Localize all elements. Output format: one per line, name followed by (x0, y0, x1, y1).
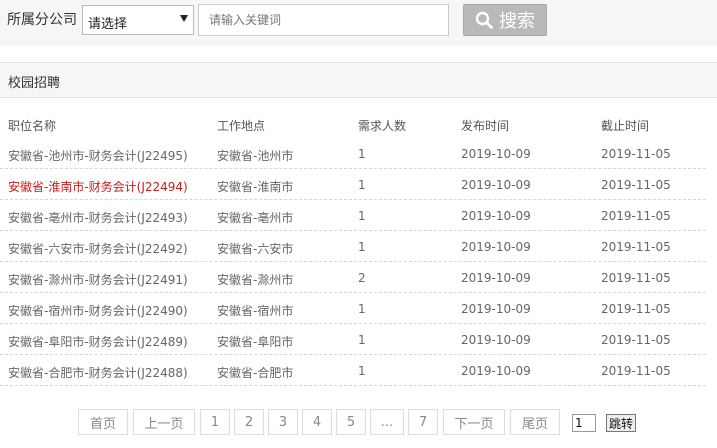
job-location: 安徽省-阜阳市 (217, 335, 294, 349)
jump-button[interactable]: 跳转 (606, 414, 636, 432)
job-title-link[interactable]: 安徽省-宿州市-财务会计(J22490) (8, 302, 188, 319)
job-deadline: 2019-11-05 (601, 209, 671, 223)
job-published: 2019-10-09 (461, 333, 531, 347)
job-title-link[interactable]: 安徽省-淮南市-财务会计(J22494) (8, 178, 188, 195)
job-title-link[interactable]: 安徽省-六安市-财务会计(J22492) (8, 240, 188, 257)
job-count: 1 (358, 147, 366, 161)
page-button[interactable]: 5 (336, 409, 366, 435)
next-page-button[interactable]: 下一页 (443, 409, 505, 435)
job-count: 1 (358, 240, 366, 254)
job-count: 1 (358, 333, 366, 347)
job-deadline: 2019-11-05 (601, 333, 671, 347)
page-button[interactable]: 3 (268, 409, 298, 435)
col-header-title: 职位名称 (8, 119, 57, 133)
pagination: 首页 上一页 1 2 3 4 5 ... 7 下一页 尾页 跳转 (0, 409, 717, 435)
page-button[interactable]: 2 (234, 409, 264, 435)
job-count: 1 (358, 302, 366, 316)
job-published: 2019-10-09 (461, 147, 531, 161)
col-header-published: 发布时间 (461, 119, 510, 133)
table-row[interactable]: 安徽省-六安市-财务会计(J22492) 安徽省-六安市 1 2019-10-0… (0, 231, 706, 262)
col-header-location: 工作地点 (217, 119, 266, 133)
job-published: 2019-10-09 (461, 271, 531, 285)
table-row[interactable]: 安徽省-淮南市-财务会计(J22494) 安徽省-淮南市 1 2019-10-0… (0, 169, 706, 200)
search-button[interactable]: 搜索 (463, 4, 547, 36)
page-button[interactable]: 7 (408, 409, 438, 435)
table-row[interactable]: 安徽省-阜阳市-财务会计(J22489) 安徽省-阜阳市 1 2019-10-0… (0, 324, 706, 355)
section-header: 校园招聘 (0, 62, 717, 98)
job-count: 1 (358, 209, 366, 223)
job-deadline: 2019-11-05 (601, 302, 671, 316)
page-number-input[interactable] (572, 414, 596, 432)
search-bar: 所属分公司 请选择 搜索 (0, 0, 717, 46)
job-title-link[interactable]: 安徽省-阜阳市-财务会计(J22489) (8, 333, 188, 350)
job-deadline: 2019-11-05 (601, 240, 671, 254)
job-published: 2019-10-09 (461, 209, 531, 223)
keyword-input[interactable] (198, 4, 449, 36)
prev-page-button[interactable]: 上一页 (133, 409, 195, 435)
job-published: 2019-10-09 (461, 364, 531, 378)
page-button[interactable]: 1 (200, 409, 230, 435)
job-published: 2019-10-09 (461, 302, 531, 316)
job-location: 安徽省-池州市 (217, 149, 294, 163)
col-header-deadline: 截止时间 (601, 119, 650, 133)
table-row[interactable]: 安徽省-合肥市-财务会计(J22488) 安徽省-合肥市 1 2019-10-0… (0, 355, 706, 386)
job-location: 安徽省-滁州市 (217, 273, 294, 287)
dropdown-arrow-icon (180, 15, 188, 22)
table-row[interactable]: 安徽省-池州市-财务会计(J22495) 安徽省-池州市 1 2019-10-0… (0, 138, 706, 169)
table-row[interactable]: 安徽省-宿州市-财务会计(J22490) 安徽省-宿州市 1 2019-10-0… (0, 293, 706, 324)
first-page-button[interactable]: 首页 (78, 409, 128, 435)
search-button-label: 搜索 (499, 11, 535, 32)
search-icon (475, 11, 493, 29)
job-count: 1 (358, 178, 366, 192)
job-published: 2019-10-09 (461, 240, 531, 254)
job-location: 安徽省-宿州市 (217, 304, 294, 318)
company-select[interactable]: 请选择 (82, 5, 194, 35)
job-table: 职位名称 工作地点 需求人数 发布时间 截止时间 安徽省-池州市-财务会计(J2… (0, 108, 706, 386)
company-select-value: 请选择 (88, 17, 128, 32)
job-deadline: 2019-11-05 (601, 147, 671, 161)
job-deadline: 2019-11-05 (601, 271, 671, 285)
table-row[interactable]: 安徽省-亳州市-财务会计(J22493) 安徽省-亳州市 1 2019-10-0… (0, 200, 706, 231)
job-published: 2019-10-09 (461, 178, 531, 192)
job-count: 2 (358, 271, 366, 285)
job-title-link[interactable]: 安徽省-合肥市-财务会计(J22488) (8, 364, 188, 381)
last-page-button[interactable]: 尾页 (510, 409, 560, 435)
job-title-link[interactable]: 安徽省-亳州市-财务会计(J22493) (8, 209, 188, 226)
job-deadline: 2019-11-05 (601, 178, 671, 192)
page-button[interactable]: 4 (302, 409, 332, 435)
job-count: 1 (358, 364, 366, 378)
col-header-count: 需求人数 (358, 119, 407, 133)
job-location: 安徽省-淮南市 (217, 180, 294, 194)
job-location: 安徽省-合肥市 (217, 366, 294, 380)
job-title-link[interactable]: 安徽省-滁州市-财务会计(J22491) (8, 271, 188, 288)
job-location: 安徽省-六安市 (217, 242, 294, 256)
job-title-link[interactable]: 安徽省-池州市-财务会计(J22495) (8, 147, 188, 164)
table-row[interactable]: 安徽省-滁州市-财务会计(J22491) 安徽省-滁州市 2 2019-10-0… (0, 262, 706, 293)
page-ellipsis: ... (370, 409, 404, 435)
job-deadline: 2019-11-05 (601, 364, 671, 378)
company-label: 所属分公司 (7, 12, 77, 28)
job-location: 安徽省-亳州市 (217, 211, 294, 225)
section-title: 校园招聘 (8, 76, 61, 91)
table-header: 职位名称 工作地点 需求人数 发布时间 截止时间 (0, 108, 706, 138)
